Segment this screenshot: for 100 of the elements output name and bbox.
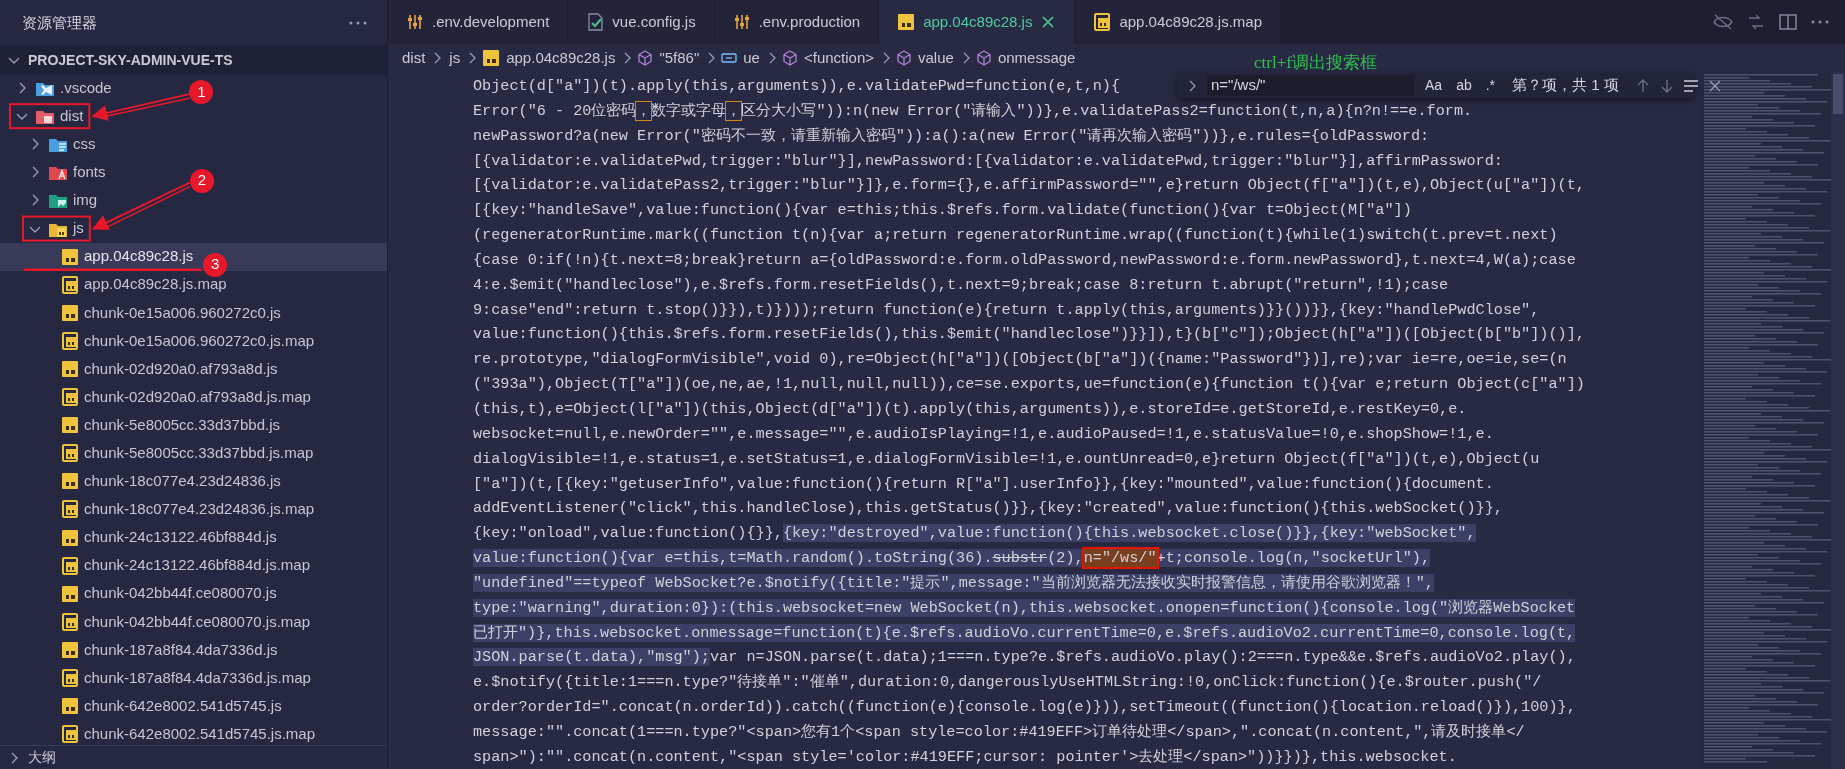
code-line: span>"):"".concat(n.content,"<span style='color:#419EFF;cursor: pointer'>去处理</span>"))}})},this.websocket. bbox=[473, 746, 1457, 768]
code-text: {key:"onload",value:function(){}}, bbox=[473, 524, 783, 543]
file-item[interactable]: chunk-042bb44f.ce080070.js bbox=[0, 579, 281, 608]
number-marker: 2 bbox=[189, 168, 214, 193]
editor-tab[interactable]: app.04c89c28.js bbox=[879, 0, 1076, 44]
breadcrumb-item[interactable]: js bbox=[447, 46, 463, 70]
selected-text: "undefined"==typeof WebSocket?e.$notify({title:"提示",message:"当前浏览器无法接收实时报警信息，请使用谷歌浏览器！", bbox=[473, 573, 1434, 592]
js-file-icon bbox=[61, 472, 79, 491]
folder-item[interactable]: .vscode bbox=[0, 74, 116, 103]
js-file-icon bbox=[61, 640, 79, 659]
sliders-icon bbox=[732, 13, 751, 31]
compare-icon[interactable] bbox=[1747, 14, 1765, 30]
find-option-toggle[interactable]: ab bbox=[1453, 75, 1475, 96]
code-line: 9:case"end":return t.stop()}}),t)})));return function(e){return t.apply(this,arguments)}}())}},{key:"handlePwdClose", bbox=[473, 299, 1540, 321]
match-count: 第？项，共 1 项 bbox=[1512, 75, 1619, 96]
code-line: websocket=null,e.newOrder="",e.message="",e.audioIsPlaying=!1,e.audioPaused=!1,e.statusValue=!0,e.shopShow=!1,e. bbox=[473, 423, 1494, 445]
cube-icon bbox=[637, 50, 654, 66]
folder-item[interactable]: css bbox=[0, 130, 100, 159]
selected-text: 已打开")},this.websocket.onmessage=function(t){e.$refs.audioVo.currentTime=0,e.$refs.audioVo2.currentTime=0,console.log(t, bbox=[473, 623, 1576, 642]
selected-text: {key:"destroyed",value:function(){this.websocket.close()}},{key:"webSocket", bbox=[782, 524, 1476, 543]
file-item[interactable]: chunk-24c13122.46bf884d.js.map bbox=[0, 551, 314, 580]
file-item[interactable]: chunk-02d920a0.af793a8d.js.map bbox=[0, 383, 315, 412]
bracket-highlight: ， bbox=[726, 101, 742, 120]
editor-tab[interactable]: app.04c89c28.js.map bbox=[1075, 0, 1282, 44]
code-line: value:function(){this.$refs.form.resetFields(),this.$emit("handleclose")}}]),t}(b["c"]);Object(h["a"])([Object(b["b"])()], bbox=[473, 324, 1585, 346]
variable-icon bbox=[721, 50, 738, 66]
breadcrumb-item[interactable]: value bbox=[916, 46, 956, 70]
search-match: n="/ws/" bbox=[1083, 549, 1157, 568]
bracket-highlight: ， bbox=[636, 101, 652, 120]
code-line: addEventListener("click",this.handleClose),this.getStatus()}},{key:"created",value:function(){this.webSocket()}}, bbox=[473, 498, 1503, 520]
breadcrumb-item[interactable]: ue bbox=[741, 46, 762, 70]
file-item[interactable]: chunk-0e15a006.960272c0.js bbox=[0, 298, 285, 327]
file-item[interactable]: chunk-042bb44f.ce080070.js.map bbox=[0, 607, 314, 636]
code-line: (this,t),e=Object(l["a"])(this,Object(d["a"])(t).apply(this,arguments)),e.storeId=e.getStoreId,e.restKey=0,e. bbox=[473, 398, 1467, 420]
js-file-icon bbox=[61, 556, 79, 575]
breadcrumb-item[interactable]: dist bbox=[400, 46, 428, 70]
section-header[interactable]: PROJECT-SKY-ADMIN-VUE-TS bbox=[0, 46, 387, 74]
code-line: newPassword?a(new Error("密码不一致，请重新输入密码")):a():a(new Error("请再次输入密码"))},e.rules={oldPassword: bbox=[473, 125, 1430, 147]
js-file-icon bbox=[61, 725, 79, 744]
js-file-icon bbox=[61, 669, 79, 687]
folder-item[interactable]: dist bbox=[0, 102, 88, 131]
code-line: [{key:"handleSave",value:function(){var e=this;this.$refs.form.validate(function(){var t=Object(M["a"]) bbox=[473, 200, 1412, 222]
code-line: dialogVisible=!1,e.status=1,e.setStatus=1,e.dialogFormVisible=!1,e.ountUnread=0,e}return Object(f["a"])(t,e),Object(u bbox=[473, 448, 1540, 470]
code-line: ["a"])(t,[{key:"getuserInfo",value:function(){return R["a"].userInfo}},{key:"mounted",value:function(){document. bbox=[473, 473, 1494, 495]
close-icon[interactable] bbox=[1040, 14, 1057, 30]
js-file-icon bbox=[61, 416, 79, 435]
find-option-toggle[interactable]: Aa bbox=[1422, 75, 1446, 96]
js-file-icon bbox=[897, 13, 916, 31]
section-title: PROJECT-SKY-ADMIN-VUE-TS bbox=[28, 50, 233, 70]
js-file-icon bbox=[61, 500, 79, 519]
file-item[interactable]: chunk-187a8f84.4da7336d.js.map bbox=[0, 663, 315, 693]
more-icon[interactable] bbox=[1811, 20, 1829, 24]
file-item[interactable]: chunk-642e8002.541d5745.js bbox=[0, 692, 286, 721]
folder-item[interactable]: js bbox=[0, 214, 88, 243]
editor-tab[interactable]: .env.production bbox=[714, 0, 880, 44]
code-text: Error("6 - 20位密码 bbox=[473, 101, 637, 120]
js-file-icon bbox=[61, 444, 79, 463]
folder-item[interactable]: img bbox=[0, 186, 102, 215]
editor-tab[interactable]: vue.config.js bbox=[568, 0, 715, 44]
code-text: 数字或字母 bbox=[651, 101, 727, 120]
annotation-text: ctrl+f调出搜索框 bbox=[1254, 52, 1377, 74]
file-item[interactable]: chunk-24c13122.46bf884d.js bbox=[0, 523, 281, 552]
breadcrumb-item[interactable]: "5f86" bbox=[657, 46, 702, 70]
file-item[interactable]: chunk-5e8005cc.33d37bbd.js.map bbox=[0, 439, 318, 468]
js-file-icon bbox=[61, 303, 79, 322]
js-file-icon bbox=[61, 360, 79, 378]
js-file-icon bbox=[61, 275, 79, 294]
folder-item[interactable]: fonts bbox=[0, 158, 110, 187]
code-text: 区分大小写")):n(new Error("请输入"))},e.validatePass2=function(t,n,a){n?n!==e.form. bbox=[741, 101, 1473, 120]
sliders-icon bbox=[406, 13, 424, 31]
code-line: order?orderId=".concat(n.orderId)).catch((function(e){console.log(e)})),setTimeout((function(){location.reload()}),100)}, bbox=[473, 697, 1576, 719]
selected-text: +t;console.log(n,"socketUrl"), bbox=[1156, 549, 1430, 568]
find-option-toggle[interactable]: .* bbox=[1482, 75, 1499, 96]
file-item[interactable]: chunk-18c077e4.23d24836.js.map bbox=[0, 495, 319, 524]
selected-text: (2), bbox=[1047, 549, 1084, 568]
code-line: 4:e.$emit("handleclose"),e.$refs.form.resetFields(),t.next=9;break;case 8:return t.abrupt("return",!1);case bbox=[473, 274, 1449, 296]
cube-icon bbox=[896, 50, 913, 66]
find-input[interactable]: n="/ws/" bbox=[1207, 75, 1414, 96]
checked-file-icon bbox=[586, 13, 605, 31]
number-marker: 1 bbox=[189, 80, 214, 105]
file-item[interactable]: chunk-642e8002.541d5745.js.map bbox=[0, 720, 319, 745]
file-item[interactable]: chunk-0e15a006.960272c0.js.map bbox=[0, 326, 319, 355]
more-icon[interactable] bbox=[349, 21, 367, 25]
editor-tab[interactable]: .env.development bbox=[388, 0, 569, 44]
file-item[interactable]: chunk-5e8005cc.33d37bbd.js bbox=[0, 411, 284, 440]
file-item[interactable]: chunk-02d920a0.af793a8d.js bbox=[0, 354, 282, 384]
eye-slash-icon[interactable] bbox=[1713, 14, 1733, 30]
breadcrumb-item[interactable]: <function> bbox=[801, 46, 877, 70]
code-line: {case 0:if(!n){t.next=8;break}return a={oldPassword:e.form.oldPassword,newPassword:e.form.newPassword},t.next=4,W(a);case bbox=[473, 249, 1576, 271]
file-item[interactable]: chunk-18c077e4.23d24836.js bbox=[0, 467, 285, 496]
selection-filter-icon[interactable] bbox=[1682, 77, 1699, 94]
breadcrumb-item[interactable]: onmessage bbox=[995, 46, 1078, 70]
split-editor-icon[interactable] bbox=[1779, 14, 1797, 30]
js-file-icon bbox=[61, 612, 79, 631]
explorer-title: 资源管理器 bbox=[22, 12, 97, 33]
breadcrumb-item[interactable]: app.04c89c28.js bbox=[504, 46, 618, 70]
file-item[interactable]: app.04c89c28.js bbox=[0, 242, 198, 271]
highlight-box bbox=[22, 215, 91, 242]
code-line: e.$notify({title:1===n.type?"待接单":"催单",duration:0,dangerouslyUseHTMLString:!0,onClick:function(){e.$router.push("/ bbox=[473, 672, 1542, 694]
file-item[interactable]: chunk-187a8f84.4da7336d.js bbox=[0, 635, 282, 664]
